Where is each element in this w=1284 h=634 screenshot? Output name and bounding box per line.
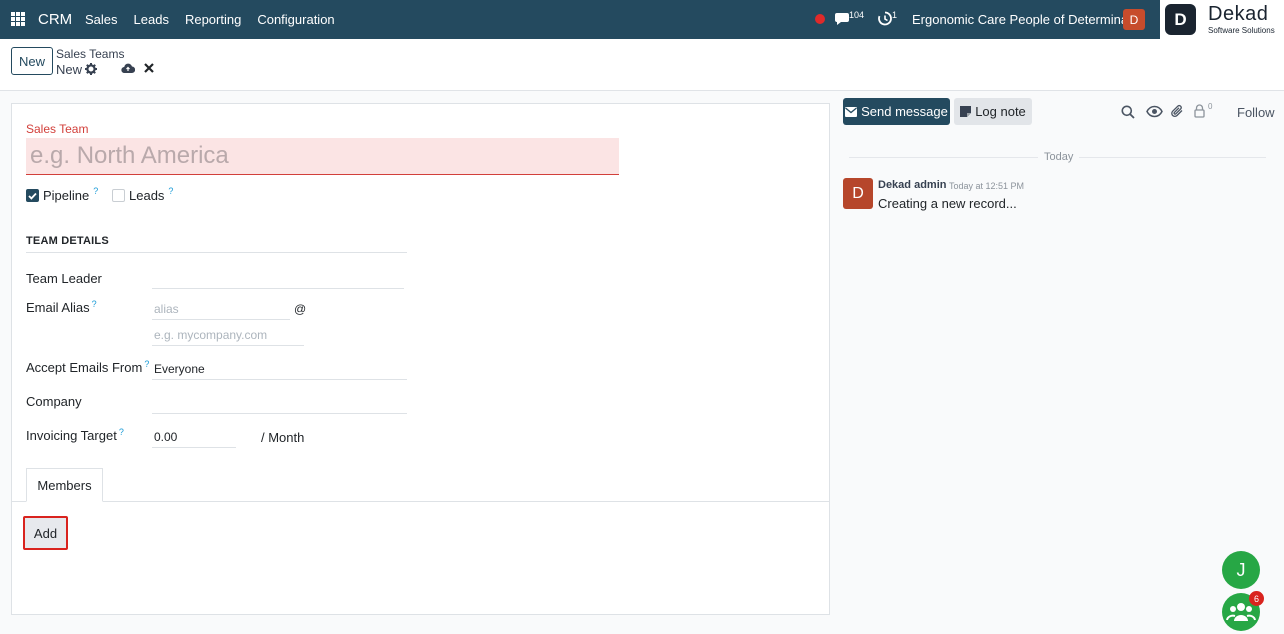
eye-icon[interactable] bbox=[1146, 105, 1163, 118]
email-alias-help-icon[interactable]: ? bbox=[92, 299, 97, 309]
team-leader-field[interactable] bbox=[152, 267, 404, 289]
breadcrumb-parent[interactable]: Sales Teams bbox=[56, 47, 124, 61]
team-details-heading: TEAM DETAILS bbox=[26, 235, 407, 253]
message-author[interactable]: Dekad admin bbox=[878, 179, 946, 191]
sales-team-label: Sales Team bbox=[26, 122, 89, 136]
chat-user-bubble[interactable]: J bbox=[1222, 551, 1260, 589]
invoicing-target-label-row: Invoicing Target? bbox=[26, 427, 124, 443]
logo-mark: D bbox=[1165, 4, 1196, 35]
cloud-save-icon[interactable] bbox=[121, 63, 135, 74]
follower-count: 0 bbox=[1208, 102, 1213, 111]
company-switcher[interactable]: Ergonomic Care People of Determina... bbox=[912, 12, 1139, 27]
accept-emails-label: Accept Emails From bbox=[26, 360, 143, 375]
tab-divider bbox=[12, 501, 829, 502]
recording-dot-icon[interactable] bbox=[815, 14, 825, 24]
team-leader-label: Team Leader bbox=[26, 271, 102, 286]
paperclip-icon[interactable] bbox=[1171, 104, 1184, 118]
accept-emails-label-row: Accept Emails From? bbox=[26, 359, 149, 375]
logo-title: Dekad bbox=[1208, 3, 1269, 25]
chat-count-badge: 104 bbox=[849, 10, 865, 20]
accept-emails-select[interactable]: Everyone bbox=[152, 358, 407, 380]
invoicing-target-input[interactable]: 0.00 bbox=[152, 426, 236, 448]
company-label: Company bbox=[26, 394, 82, 409]
menu-item-configuration[interactable]: Configuration bbox=[257, 12, 334, 27]
form-sheet: Sales Team Pipeline ? Leads ? TEAM DETAI… bbox=[11, 103, 830, 615]
at-sign: @ bbox=[294, 302, 307, 316]
activity-clock-icon[interactable] bbox=[878, 11, 892, 26]
followers-lock-icon[interactable] bbox=[1194, 104, 1205, 118]
accept-emails-help-icon[interactable]: ? bbox=[144, 359, 149, 369]
menu-item-sales[interactable]: Sales bbox=[85, 12, 118, 27]
search-icon[interactable] bbox=[1121, 105, 1135, 119]
note-icon bbox=[960, 106, 972, 117]
pipeline-label: Pipeline bbox=[43, 188, 90, 203]
log-note-label: Log note bbox=[975, 104, 1026, 119]
menu-item-leads[interactable]: Leads bbox=[134, 12, 169, 27]
invoicing-target-help-icon[interactable]: ? bbox=[119, 427, 124, 437]
date-separator: Today bbox=[1038, 151, 1080, 163]
message-author-avatar[interactable]: D bbox=[843, 178, 873, 209]
logo-subtitle: Software Solutions bbox=[1208, 26, 1275, 35]
sales-team-input[interactable] bbox=[26, 138, 619, 175]
app-brand[interactable]: CRM bbox=[38, 11, 72, 28]
pipeline-help-icon[interactable]: ? bbox=[93, 186, 98, 196]
leads-help-icon[interactable]: ? bbox=[168, 186, 173, 196]
add-member-button[interactable]: Add bbox=[23, 516, 68, 550]
pipeline-checkbox[interactable] bbox=[26, 189, 39, 202]
gear-icon[interactable] bbox=[85, 63, 97, 75]
follow-button[interactable]: Follow bbox=[1237, 105, 1275, 120]
message-timestamp: Today at 12:51 PM bbox=[949, 181, 1025, 191]
main-menu: Sales Leads Reporting Configuration bbox=[85, 12, 335, 27]
new-button[interactable]: New bbox=[11, 47, 53, 75]
check-icon bbox=[28, 192, 37, 200]
leads-label: Leads bbox=[129, 188, 165, 203]
send-message-button[interactable]: Send message bbox=[843, 98, 950, 125]
envelope-icon bbox=[845, 106, 858, 117]
pipeline-checkbox-group[interactable]: Pipeline ? bbox=[26, 186, 98, 203]
tab-members[interactable]: Members bbox=[26, 468, 103, 502]
per-month-label: / Month bbox=[261, 430, 305, 445]
invoicing-target-label: Invoicing Target bbox=[26, 428, 117, 443]
alias-domain-input[interactable]: e.g. mycompany.com bbox=[152, 324, 304, 346]
leads-checkbox-group[interactable]: Leads ? bbox=[112, 186, 173, 203]
email-alias-label-row: Email Alias? bbox=[26, 299, 97, 315]
group-chat-badge: 6 bbox=[1249, 591, 1264, 606]
email-alias-label: Email Alias bbox=[26, 300, 90, 315]
company-logo: D Dekad Software Solutions bbox=[1160, 0, 1284, 39]
alias-input[interactable]: alias bbox=[152, 298, 290, 320]
message-body: Creating a new record... bbox=[878, 196, 1017, 211]
activity-count-badge: 1 bbox=[892, 10, 898, 20]
apps-grid-icon[interactable] bbox=[11, 12, 25, 26]
control-panel: New Sales Teams New bbox=[0, 39, 1284, 91]
leads-checkbox[interactable] bbox=[112, 189, 125, 202]
menu-item-reporting[interactable]: Reporting bbox=[185, 12, 241, 27]
breadcrumb-current: New bbox=[56, 62, 83, 77]
company-field[interactable] bbox=[152, 392, 407, 414]
chat-icon[interactable] bbox=[835, 12, 849, 25]
log-note-button[interactable]: Log note bbox=[954, 98, 1032, 125]
discard-icon[interactable] bbox=[144, 63, 154, 73]
user-avatar[interactable]: D bbox=[1123, 9, 1145, 30]
top-navbar: CRM Sales Leads Reporting Configuration … bbox=[0, 0, 1284, 39]
send-message-label: Send message bbox=[861, 104, 948, 119]
